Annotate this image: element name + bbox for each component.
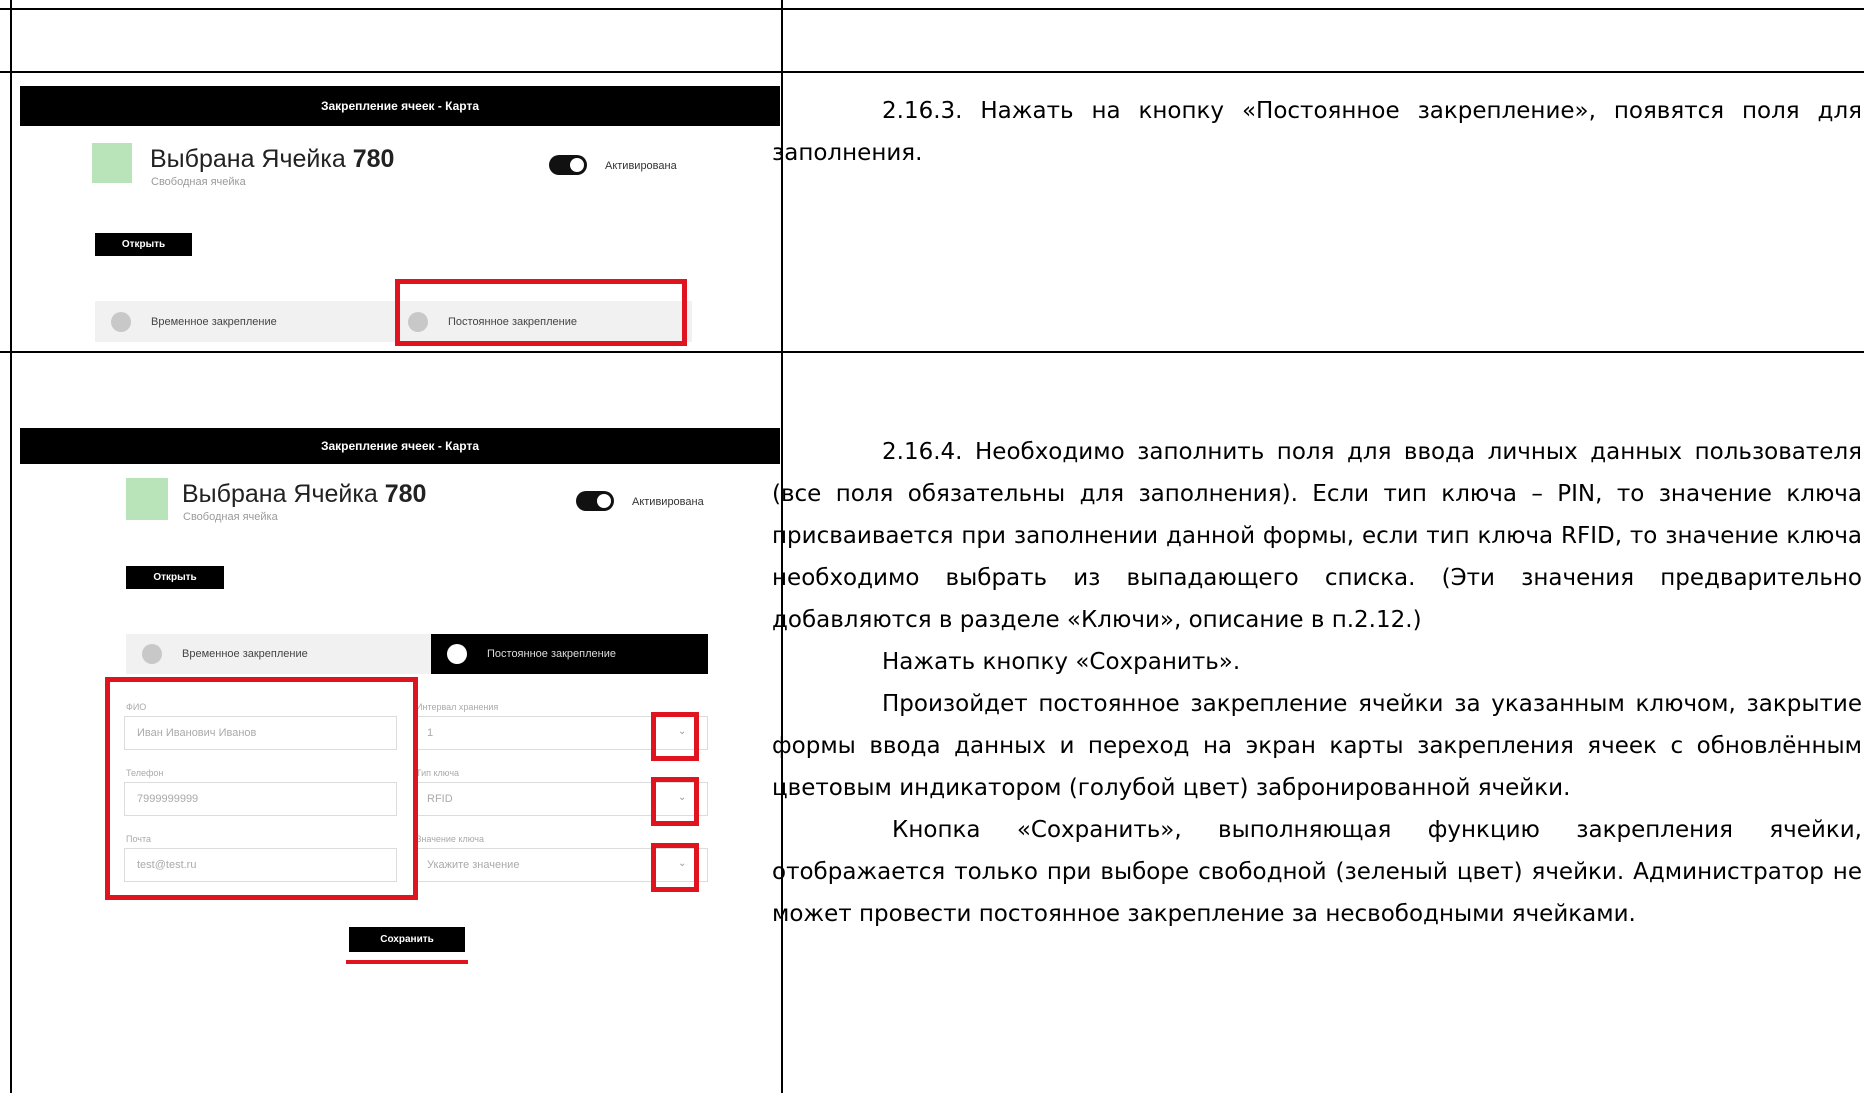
cell-color-swatch xyxy=(126,478,168,520)
step-3-text: 2.16.3. Нажать на кнопку «Постоянное зак… xyxy=(772,90,1862,174)
highlight-box xyxy=(105,677,418,900)
activation-toggle[interactable] xyxy=(576,491,614,511)
step-4-text: 2.16.4. Необходимо заполнить поля для вв… xyxy=(772,431,1862,935)
save-button[interactable]: Сохранить xyxy=(349,927,465,952)
option-label: Временное закрепление xyxy=(151,315,277,328)
key-value-label: Значение ключа xyxy=(416,834,484,844)
cell-title: Выбрана Ячейка 780 xyxy=(182,480,427,508)
temp-assign-option[interactable]: Временное закрепление xyxy=(95,301,395,342)
perm-assign-option[interactable]: Постоянное закрепление xyxy=(431,634,708,674)
table-row-divider xyxy=(0,71,1864,73)
cell-status: Свободная ячейка xyxy=(151,176,246,188)
cell-color-swatch xyxy=(92,143,132,183)
step-4-result-paragraph: Произойдет постоянное закрепление ячейки… xyxy=(772,691,1862,801)
highlight-box xyxy=(651,712,699,761)
open-button[interactable]: Открыть xyxy=(95,233,192,256)
cell-status: Свободная ячейка xyxy=(183,511,278,523)
open-button[interactable]: Открыть xyxy=(126,566,224,589)
step-4-save-paragraph: Нажать кнопку «Сохранить». xyxy=(882,649,1241,675)
highlight-box xyxy=(651,843,699,892)
table-border-left xyxy=(10,0,12,1093)
table-row-divider xyxy=(0,351,1864,353)
option-label: Постоянное закрепление xyxy=(487,648,616,660)
radio-icon xyxy=(142,644,162,664)
highlight-box xyxy=(651,777,699,826)
radio-icon xyxy=(111,311,131,332)
save-highlight-underline xyxy=(346,960,468,964)
option-label: Временное закрепление xyxy=(182,648,308,660)
screenshot-permanent-form: Закрепление ячеек - Карта Выбрана Ячейка… xyxy=(20,428,780,1088)
toggle-label: Активирована xyxy=(632,496,704,508)
toggle-label: Активирована xyxy=(605,160,677,172)
temp-assign-option[interactable]: Временное закрепление xyxy=(126,634,435,674)
activation-toggle[interactable] xyxy=(549,155,587,175)
radio-icon xyxy=(447,644,467,664)
interval-label: Интервал хранения xyxy=(416,702,499,712)
step-4-note-paragraph: Кнопка «Сохранить», выполняющая функцию … xyxy=(772,817,1862,927)
highlight-box xyxy=(395,279,687,346)
screenshot-permanent-option: Закрепление ячеек - Карта Выбрана Ячейка… xyxy=(20,86,780,348)
key-type-label: Тип ключа xyxy=(416,768,460,778)
table-border-top xyxy=(0,8,1864,10)
cell-title: Выбрана Ячейка 780 xyxy=(150,145,395,173)
screen-header: Закрепление ячеек - Карта xyxy=(20,86,780,126)
screen-header: Закрепление ячеек - Карта xyxy=(20,428,780,464)
step-4-paragraph: 2.16.4. Необходимо заполнить поля для вв… xyxy=(772,439,1862,633)
step-3-paragraph: 2.16.3. Нажать на кнопку «Постоянное зак… xyxy=(772,98,1862,166)
